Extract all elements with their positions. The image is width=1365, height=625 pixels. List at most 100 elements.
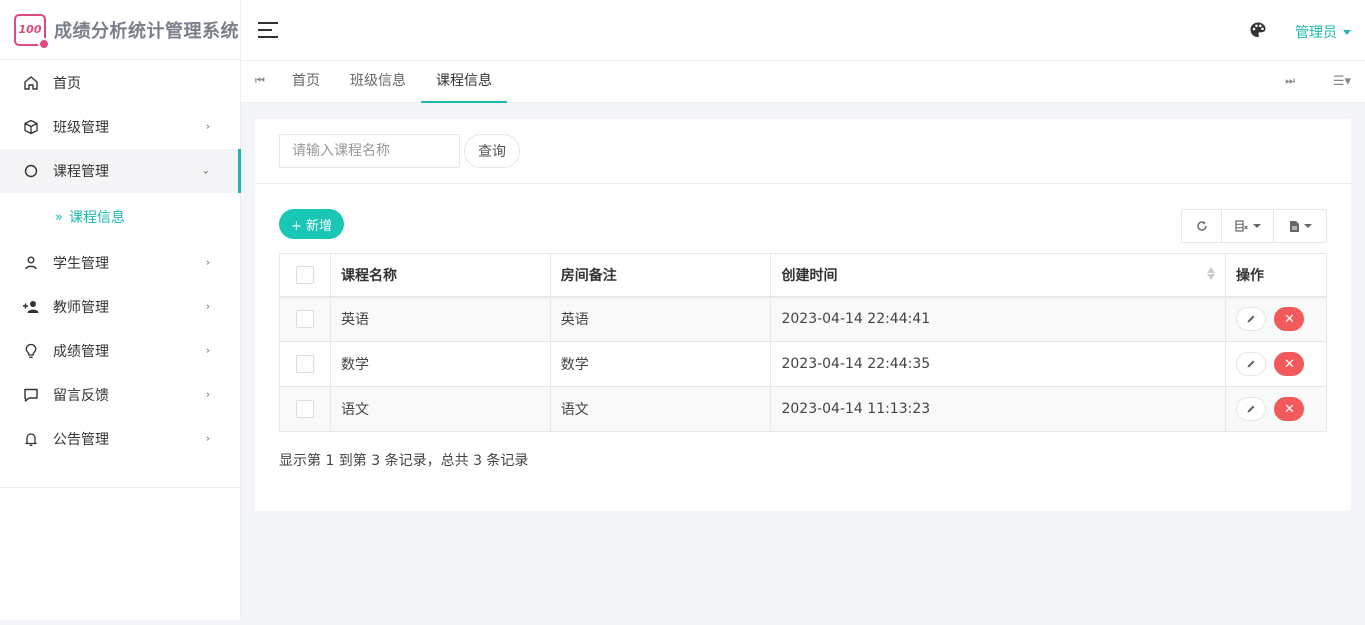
row-checkbox[interactable] (295, 355, 314, 373)
delete-button[interactable]: ✕ (1274, 352, 1305, 376)
file-icon (1289, 220, 1299, 232)
close-icon: ✕ (1283, 311, 1295, 327)
cell-course-name: 英语 (329, 296, 551, 342)
sidebar-subitem-course-info[interactable]: » 课程信息 (0, 193, 240, 241)
menu-toggle-icon[interactable] (258, 22, 278, 38)
close-icon: ✕ (1283, 356, 1295, 372)
close-icon: ✕ (1283, 401, 1295, 417)
logo: 100 成绩分析统计管理系统 (0, 0, 240, 60)
sidebar-item-label: 公告管理 (53, 432, 109, 448)
row-checkbox[interactable] (295, 310, 314, 329)
home-icon (22, 74, 40, 92)
delete-button[interactable]: ✕ (1274, 307, 1305, 332)
cell-created: 2023-04-14 22:44:41 (770, 296, 1226, 342)
app-title: 成绩分析统计管理系统 (54, 20, 239, 42)
lightbulb-icon (22, 342, 40, 360)
table-row: 英语 英语 2023-04-14 22:44:41 ✕ (279, 296, 1328, 342)
sidebar-item-home[interactable]: 首页 (0, 61, 240, 105)
edit-button[interactable] (1235, 352, 1266, 376)
sidebar-subitem-label: 课程信息 (68, 210, 125, 226)
caret-down-icon (1303, 224, 1312, 228)
cube-icon (22, 118, 40, 136)
caret-down-icon (1252, 224, 1261, 228)
tab-course-info[interactable]: 课程信息 (421, 61, 507, 103)
pencil-icon (1247, 315, 1255, 323)
sidebar-item-label: 教师管理 (53, 300, 109, 316)
tab-scroll-left-icon[interactable]: ⏮ (255, 74, 265, 88)
user-menu[interactable]: 管理员 (1295, 22, 1351, 42)
tab-scroll-right-icon[interactable]: ⏭ (1285, 74, 1295, 88)
table-toolbar (1181, 209, 1327, 243)
sidebar-item-notice[interactable]: 公告管理 › (0, 417, 240, 461)
cell-course-name: 语文 (329, 386, 551, 432)
column-header-created-label: 创建时间 (781, 267, 838, 284)
pagination-info: 显示第 1 到第 3 条记录，总共 3 条记录 (279, 453, 529, 469)
search-input[interactable] (279, 134, 460, 168)
palette-icon[interactable] (1249, 21, 1267, 43)
user-icon (22, 254, 40, 272)
table-row: 数学 数学 2023-04-14 22:44:35 ✕ (279, 341, 1328, 387)
sidebar-item-label: 首页 (53, 76, 81, 92)
refresh-icon (1196, 221, 1207, 231)
columns-button[interactable] (1222, 210, 1274, 242)
add-button[interactable]: + 新增 (279, 209, 344, 239)
tab-home[interactable]: 首页 (277, 61, 335, 103)
gear-icon (22, 162, 40, 180)
course-table: 课程名称 房间备注 创建时间 操作 英语 英语 2023-04-14 22:44… (279, 253, 1328, 432)
cell-note: 英语 (549, 296, 772, 342)
logo-icon: 100 (14, 13, 50, 50)
chevron-down-icon: ⌄ (201, 165, 210, 177)
comment-icon (22, 386, 40, 404)
sidebar-item-label: 成绩管理 (53, 344, 109, 360)
chevron-right-icon: › (206, 433, 210, 445)
chevron-right-icon: › (206, 389, 210, 401)
search-bar: 查询 (255, 119, 1351, 184)
sidebar-item-label: 学生管理 (53, 256, 109, 272)
sidebar-item-class[interactable]: 班级管理 › (0, 105, 240, 149)
content-card: 查询 + 新增 课程名称 房间备注 (255, 119, 1351, 511)
chevron-right-icon: › (206, 301, 210, 313)
logo-badge-text: 100 (18, 23, 42, 36)
sidebar-item-score[interactable]: 成绩管理 › (0, 329, 240, 373)
export-button[interactable] (1274, 210, 1326, 242)
column-header-note: 房间备注 (549, 253, 772, 298)
edit-button[interactable] (1235, 397, 1266, 421)
select-all-checkbox[interactable] (295, 265, 314, 284)
sidebar-divider (0, 487, 240, 488)
edit-button[interactable] (1235, 307, 1266, 332)
column-header-created[interactable]: 创建时间 (770, 253, 1226, 298)
delete-button[interactable]: ✕ (1274, 397, 1305, 421)
pencil-icon (1247, 360, 1255, 368)
cell-note: 语文 (549, 386, 772, 432)
top-header: 管理员 (241, 0, 1365, 61)
sidebar-item-label: 班级管理 (53, 120, 109, 136)
tab-list: 首页 班级信息 课程信息 (277, 61, 507, 103)
caret-down-icon (1343, 29, 1351, 35)
cell-created: 2023-04-14 11:13:23 (770, 386, 1226, 432)
sort-icon[interactable] (1206, 266, 1215, 280)
user-plus-icon (22, 298, 40, 316)
pencil-icon (1247, 405, 1255, 413)
tab-menu-icon[interactable]: ☰▾ (1333, 74, 1351, 89)
sidebar-item-label: 留言反馈 (53, 388, 109, 404)
tab-class-info[interactable]: 班级信息 (335, 61, 421, 103)
sidebar-item-teacher[interactable]: 教师管理 › (0, 285, 240, 329)
chevron-right-icon: › (206, 345, 210, 357)
cell-course-name: 数学 (329, 341, 551, 387)
double-chevron-icon: » (55, 209, 63, 225)
sidebar: 100 成绩分析统计管理系统 首页 班级管理 › 课程管理 ⌄ » 课程信息 学… (0, 0, 241, 620)
cell-note: 数学 (549, 341, 772, 387)
row-checkbox[interactable] (295, 400, 314, 418)
table-header-row: 课程名称 房间备注 创建时间 操作 (279, 253, 1328, 298)
search-button[interactable]: 查询 (464, 134, 520, 168)
sidebar-menu: 首页 班级管理 › 课程管理 ⌄ » 课程信息 学生管理 › 教师管理 › 成绩… (0, 60, 241, 461)
column-header-actions: 操作 (1224, 253, 1328, 298)
sidebar-item-feedback[interactable]: 留言反馈 › (0, 373, 240, 417)
sidebar-item-student[interactable]: 学生管理 › (0, 241, 240, 285)
table-row: 语文 语文 2023-04-14 11:13:23 ✕ (279, 386, 1328, 432)
refresh-button[interactable] (1182, 210, 1222, 242)
sidebar-item-course[interactable]: 课程管理 ⌄ (0, 149, 241, 193)
sidebar-item-label: 课程管理 (53, 164, 109, 180)
chevron-right-icon: › (206, 121, 210, 133)
tabs-bar: ⏮ 首页 班级信息 课程信息 ⏭ ☰▾ (241, 61, 1365, 103)
